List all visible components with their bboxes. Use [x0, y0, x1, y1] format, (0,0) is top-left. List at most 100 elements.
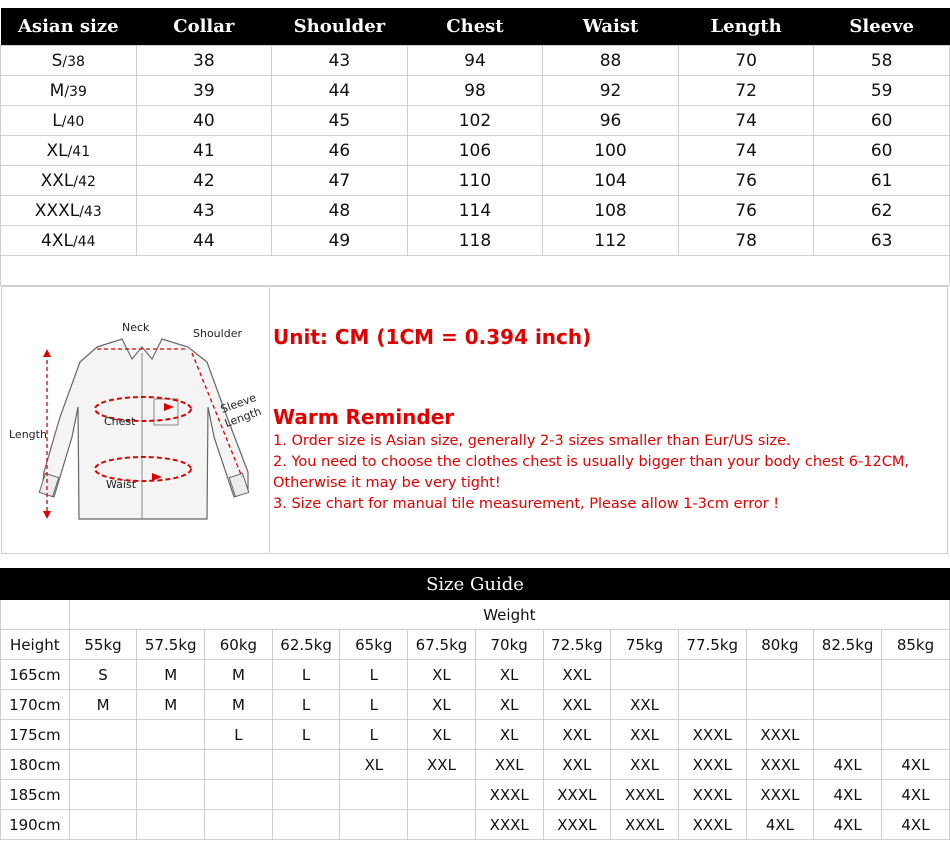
weight-header-cell: 60kg: [204, 629, 273, 660]
size-guide-table: Size Guide Weight Height 55kg 57.5kg 60kg 62…: [0, 568, 950, 840]
size-cell: XL/41: [0, 135, 137, 166]
recommended-size-cell: [68, 749, 138, 780]
header-chest: Chest: [407, 8, 543, 46]
recommended-size-cell: 4XL: [813, 809, 882, 840]
size-row: XXL/42 42 47 110 104 76 61: [0, 165, 950, 196]
size-cell: XXL/42: [0, 165, 137, 196]
weight-label-row: Weight: [0, 599, 950, 630]
recommended-size-cell: 4XL: [880, 779, 950, 810]
shirt-measurement-diagram: Neck Shoulder Sleeve Length Length Chest…: [2, 287, 270, 553]
measurement-cell: 78: [677, 225, 815, 256]
blank-corner-cell: [0, 599, 70, 630]
recommended-size-cell: [136, 809, 206, 840]
measurement-cell: 63: [813, 225, 950, 256]
measurement-cell: 76: [677, 165, 815, 196]
recommended-size-cell: [271, 779, 341, 810]
asian-size-label: M: [49, 80, 65, 101]
measurement-cell: 94: [406, 45, 544, 76]
recommended-size-cell: [407, 809, 476, 840]
height-label: Height: [0, 629, 70, 660]
recommended-size-cell: XXXL: [474, 779, 544, 810]
size-chart-body: S/38 38 43 94 88 70 58 M/39 39 44 98 92 72 59 L/40 40 45…: [0, 45, 950, 286]
recommended-size-cell: XXXL: [677, 809, 747, 840]
diagram-label-length: Length: [9, 428, 47, 441]
measurement-cell: 96: [542, 105, 679, 136]
header-length: Length: [678, 8, 814, 46]
measurement-cell: 59: [813, 75, 950, 106]
size-notes: Unit: CM (1CM = 0.394 inch) Warm Reminde…: [273, 287, 943, 553]
size-row: M/39 39 44 98 92 72 59: [0, 75, 950, 106]
size-row: XL/41 41 46 106 100 74 60: [0, 135, 950, 166]
height-cell: 175cm: [0, 719, 70, 750]
recommended-size-cell: XXL: [542, 659, 612, 690]
measurement-cell: 43: [135, 195, 273, 226]
measurement-cell: 114: [406, 195, 544, 226]
measurement-cell: 45: [271, 105, 408, 136]
measurement-cell: 106: [406, 135, 544, 166]
empty-cell: [136, 255, 272, 286]
note-line-3: Otherwise it may be very tight!: [273, 475, 501, 491]
measurement-cell: 72: [677, 75, 815, 106]
recommended-size-cell: [407, 779, 476, 810]
size-chart-table: Asian size Collar Shoulder Chest Waist L…: [0, 8, 950, 286]
measurement-cell: 49: [271, 225, 408, 256]
diagram-label-waist: Waist: [106, 478, 137, 491]
measurement-cell: 58: [813, 45, 950, 76]
measurement-cell: 41: [135, 135, 273, 166]
measurement-cell: 74: [677, 135, 815, 166]
note-line-1: 1. Order size is Asian size, generally 2…: [273, 433, 791, 449]
weight-label: Weight: [68, 599, 950, 630]
left-cuff-shape: [38, 472, 60, 498]
recommended-size-cell: [271, 809, 341, 840]
size-row: L/40 40 45 102 96 74 60: [0, 105, 950, 136]
size-row: XXXL/43 43 48 114 108 76 62: [0, 195, 950, 226]
height-cell: 165cm: [0, 659, 70, 690]
recommended-size-cell: [813, 689, 882, 720]
recommended-size-cell: S: [68, 659, 138, 690]
recommended-size-cell: L: [271, 719, 341, 750]
size-chart-header-row: Asian size Collar Shoulder Chest Waist L…: [0, 8, 950, 46]
recommended-size-cell: XL: [474, 689, 544, 720]
height-cell: 180cm: [0, 749, 70, 780]
measurement-cell: 100: [542, 135, 679, 166]
recommended-size-cell: XL: [474, 719, 544, 750]
recommended-size-cell: [610, 659, 679, 690]
empty-cell: [271, 255, 408, 286]
recommended-size-cell: L: [271, 659, 341, 690]
recommended-size-cell: L: [339, 689, 409, 720]
measurement-cell: 44: [135, 225, 273, 256]
recommended-size-cell: XXXL: [677, 719, 747, 750]
eu-size-label: /40: [61, 113, 85, 130]
measurement-cell: 60: [813, 135, 950, 166]
measurement-cell: 98: [406, 75, 544, 106]
recommended-size-cell: XXL: [542, 689, 612, 720]
recommended-size-cell: XXXL: [610, 809, 679, 840]
recommended-size-cell: [271, 749, 341, 780]
measurement-info-box: Neck Shoulder Sleeve Length Length Chest…: [1, 286, 948, 554]
recommended-size-cell: [68, 809, 138, 840]
measurement-cell: 76: [677, 195, 815, 226]
recommended-size-cell: [677, 659, 747, 690]
recommended-size-cell: L: [339, 659, 409, 690]
recommended-size-cell: M: [136, 659, 206, 690]
diagram-label-neck: Neck: [122, 321, 150, 334]
size-guide-row: 170cm M M M L L XL XL XXL XXL: [0, 689, 950, 720]
measurement-cell: 112: [542, 225, 679, 256]
recommended-size-cell: XL: [474, 659, 544, 690]
header-shoulder: Shoulder: [271, 8, 408, 46]
recommended-size-cell: [880, 719, 950, 750]
recommended-size-cell: [68, 779, 138, 810]
unit-heading: Unit: CM (1CM = 0.394 inch): [273, 325, 592, 349]
weight-header-cell: 75kg: [610, 629, 679, 660]
recommended-size-cell: L: [204, 719, 273, 750]
measurement-cell: 61: [813, 165, 950, 196]
size-guide-title: Size Guide: [0, 568, 950, 600]
recommended-size-cell: [813, 719, 882, 750]
size-guide-row: 180cm XL XXL XXL XXL XXL XXXL XXXL 4XL 4XL: [0, 749, 950, 780]
recommended-size-cell: XXL: [542, 749, 612, 780]
height-cell: 170cm: [0, 689, 70, 720]
eu-size-label: /39: [64, 83, 87, 100]
asian-size-label: XXL: [40, 170, 74, 191]
recommended-size-cell: [813, 659, 882, 690]
recommended-size-cell: [204, 779, 273, 810]
